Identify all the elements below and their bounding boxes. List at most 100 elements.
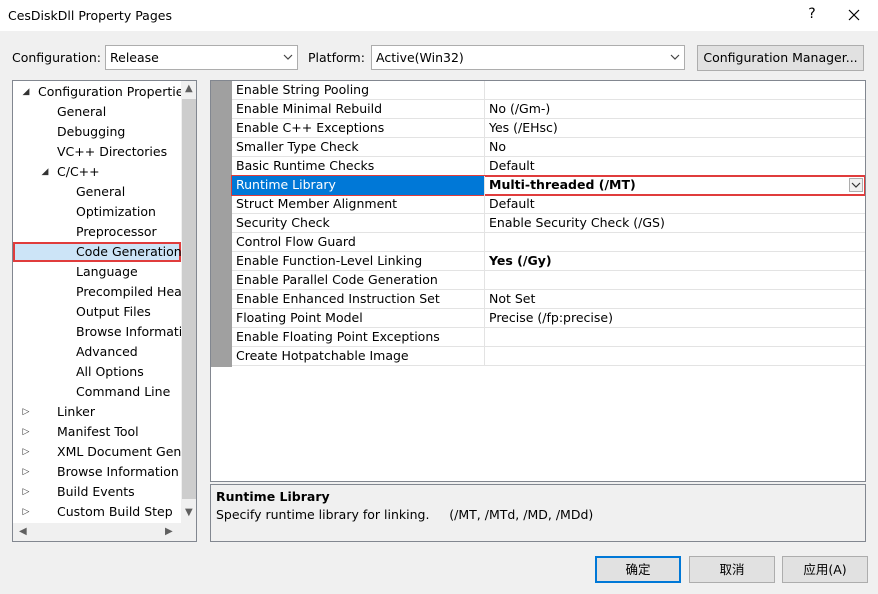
collapse-arrow-icon[interactable]: ◢: [21, 82, 31, 102]
close-button[interactable]: [844, 4, 864, 26]
scroll-left-icon[interactable]: ◀: [19, 526, 27, 537]
tree-item-label: XML Document Gene: [57, 444, 181, 459]
tree-item[interactable]: ▷ Manifest Tool: [13, 422, 181, 442]
grid-row[interactable]: Struct Member Alignment Default: [232, 195, 865, 214]
tree-item[interactable]: ▷ XML Document Gene: [13, 442, 181, 462]
expand-arrow-icon[interactable]: ▷: [21, 422, 31, 442]
property-value[interactable]: [485, 271, 865, 290]
tree-item[interactable]: VC++ Directories: [13, 142, 181, 162]
property-value[interactable]: No: [485, 138, 865, 157]
property-name: Enable Floating Point Exceptions: [232, 328, 485, 347]
property-value[interactable]: [485, 347, 865, 366]
grid-row[interactable]: Enable Minimal Rebuild No (/Gm-): [232, 100, 865, 119]
chevron-down-icon: [283, 54, 293, 60]
tree-item[interactable]: ▷ Browse Information: [13, 462, 181, 482]
property-value[interactable]: [485, 233, 865, 252]
configuration-label: Configuration:: [12, 50, 101, 65]
tree-item-label: VC++ Directories: [57, 144, 168, 159]
tree-item-label: Debugging: [57, 124, 126, 139]
grid-row[interactable]: Create Hotpatchable Image: [232, 347, 865, 366]
property-value[interactable]: [485, 81, 865, 100]
property-name: Smaller Type Check: [232, 138, 485, 157]
grid-row[interactable]: Basic Runtime Checks Default: [232, 157, 865, 176]
configuration-combo[interactable]: Release: [105, 45, 298, 70]
grid-row[interactable]: Enable C++ Exceptions Yes (/EHsc): [232, 119, 865, 138]
property-value[interactable]: Yes (/EHsc): [485, 119, 865, 138]
expand-arrow-icon[interactable]: ▷: [21, 482, 31, 502]
collapse-arrow-icon[interactable]: ◢: [40, 162, 50, 182]
tree-item[interactable]: Code Generation: [13, 242, 181, 262]
description-panel: Runtime Library Specify runtime library …: [210, 484, 866, 542]
grid-row[interactable]: Smaller Type Check No: [232, 138, 865, 157]
tree-item[interactable]: General: [13, 102, 181, 122]
cancel-button[interactable]: 取消: [689, 556, 775, 583]
tree-item[interactable]: Optimization: [13, 202, 181, 222]
tree-item-label: Code Generation: [76, 244, 181, 259]
property-value[interactable]: No (/Gm-): [485, 100, 865, 119]
grid-row[interactable]: Enable Parallel Code Generation: [232, 271, 865, 290]
tree-item[interactable]: Advanced: [13, 342, 181, 362]
tree-item[interactable]: ▷ Linker: [13, 402, 181, 422]
property-value[interactable]: Yes (/Gy): [485, 252, 865, 271]
scroll-thumb[interactable]: [182, 99, 196, 499]
grid-row[interactable]: Enable Function-Level Linking Yes (/Gy): [232, 252, 865, 271]
property-tree: ◢ Configuration Properties General Debuggin…: [12, 80, 197, 542]
tree-item-label: Configuration Properties: [38, 84, 181, 99]
help-button[interactable]: ?: [805, 6, 819, 22]
expand-arrow-icon[interactable]: ▷: [21, 442, 31, 462]
tree-item-label: Build Events: [57, 484, 135, 499]
grid-row[interactable]: Runtime Library Multi-threaded (/MT): [231, 175, 865, 196]
grid-row[interactable]: Enable String Pooling: [232, 81, 865, 100]
tree-item[interactable]: ▷ Custom Build Step: [13, 502, 181, 522]
ok-button[interactable]: 确定: [595, 556, 681, 583]
tree-item-label: Optimization: [76, 204, 156, 219]
tree-item[interactable]: Command Line: [13, 382, 181, 402]
grid-row[interactable]: Security Check Enable Security Check (/GS…: [232, 214, 865, 233]
tree-item[interactable]: Language: [13, 262, 181, 282]
tree-list: ◢ Configuration Properties General Debuggin…: [13, 81, 181, 523]
tree-item[interactable]: Browse Informatic: [13, 322, 181, 342]
grid-row[interactable]: Enable Enhanced Instruction Set Not Set: [232, 290, 865, 309]
property-value[interactable]: Precise (/fp:precise): [485, 309, 865, 328]
platform-combo[interactable]: Active(Win32): [371, 45, 685, 70]
tree-item-label: Browse Informatic: [76, 324, 181, 339]
property-name: Floating Point Model: [232, 309, 485, 328]
grid-row[interactable]: Enable Floating Point Exceptions: [232, 328, 865, 347]
tree-item-label: All Options: [76, 364, 144, 379]
tree-horizontal-scrollbar[interactable]: ◀ ▶: [13, 523, 181, 541]
description-text: Specify runtime library for linking. (/M…: [216, 507, 594, 522]
scrollbar-corner: [181, 523, 196, 541]
tree-item[interactable]: Precompiled Head: [13, 282, 181, 302]
scroll-down-icon[interactable]: ▼: [185, 507, 193, 518]
property-value[interactable]: Default: [485, 157, 865, 176]
title-bar: CesDiskDll Property Pages ?: [0, 0, 878, 31]
expand-arrow-icon[interactable]: ▷: [21, 502, 31, 522]
grid-row[interactable]: Control Flow Guard: [232, 233, 865, 252]
tree-item-label: Preprocessor: [76, 224, 157, 239]
property-value[interactable]: Default: [485, 195, 865, 214]
property-value[interactable]: [485, 328, 865, 347]
tree-item[interactable]: All Options: [13, 362, 181, 382]
tree-vertical-scrollbar[interactable]: ▲ ▼: [181, 81, 196, 523]
apply-button[interactable]: 应用(A): [782, 556, 868, 583]
tree-item[interactable]: General: [13, 182, 181, 202]
tree-item[interactable]: ▷ Build Events: [13, 482, 181, 502]
expand-arrow-icon[interactable]: ▷: [21, 402, 31, 422]
tree-item[interactable]: ◢ C/C++: [13, 162, 181, 182]
tree-item[interactable]: ◢ Configuration Properties: [13, 82, 181, 102]
scroll-up-icon[interactable]: ▲: [185, 83, 193, 94]
property-value[interactable]: Enable Security Check (/GS): [485, 214, 865, 233]
scroll-right-icon[interactable]: ▶: [165, 526, 173, 537]
tree-item-label: General: [57, 104, 107, 119]
grid-row[interactable]: Floating Point Model Precise (/fp:precise…: [232, 309, 865, 328]
property-value[interactable]: Multi-threaded (/MT): [485, 176, 865, 195]
expand-arrow-icon[interactable]: ▷: [21, 462, 31, 482]
tree-item[interactable]: Output Files: [13, 302, 181, 322]
tree-item[interactable]: Preprocessor: [13, 222, 181, 242]
close-icon: [848, 9, 860, 21]
value-dropdown-button[interactable]: [849, 178, 863, 192]
tree-item[interactable]: Debugging: [13, 122, 181, 142]
property-name: Enable Enhanced Instruction Set: [232, 290, 485, 309]
property-value[interactable]: Not Set: [485, 290, 865, 309]
configuration-manager-button[interactable]: Configuration Manager...: [697, 45, 864, 71]
